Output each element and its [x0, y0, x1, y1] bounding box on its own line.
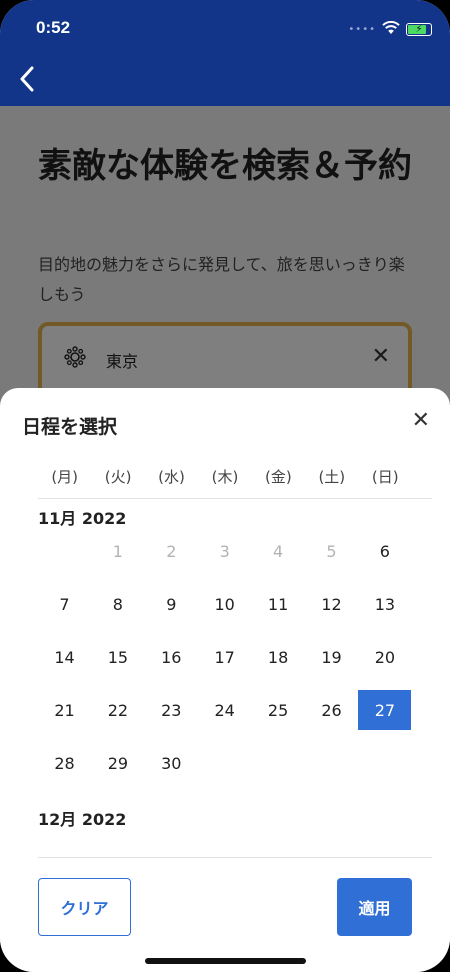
calendar-day: 4 [273, 541, 284, 561]
clear-button[interactable]: クリア [38, 878, 131, 936]
weekday-label: (月) [51, 468, 79, 486]
calendar-day[interactable]: 15 [91, 637, 144, 677]
wifi-icon [382, 20, 400, 39]
status-icons: •••• ⚡ [348, 20, 432, 39]
weekday-label: (日) [371, 468, 399, 486]
divider [38, 857, 432, 858]
close-icon[interactable]: ✕ [412, 410, 430, 432]
calendar-day: 2 [166, 541, 177, 561]
calendar-day: 3 [219, 541, 230, 561]
calendar-day[interactable]: 6 [358, 531, 411, 571]
calendar-day[interactable]: 23 [145, 690, 198, 730]
calendar-day[interactable]: 10 [198, 584, 251, 624]
header: 0:52 •••• ⚡ [0, 0, 450, 106]
back-button[interactable] [12, 62, 42, 96]
calendar-day[interactable]: 13 [358, 584, 411, 624]
apply-button[interactable]: 適用 [337, 878, 412, 936]
status-time: 0:52 [36, 18, 71, 37]
calendar-day[interactable]: 16 [145, 637, 198, 677]
calendar-day[interactable]: 25 [252, 690, 305, 730]
calendar-day[interactable]: 9 [145, 584, 198, 624]
chevron-left-icon [20, 66, 34, 92]
calendar-day[interactable]: 11 [252, 584, 305, 624]
home-indicator [145, 958, 306, 964]
calendar-day[interactable]: 17 [198, 637, 251, 677]
calendar-day: 1 [112, 541, 123, 561]
calendar-day[interactable]: 12 [305, 584, 358, 624]
calendar-day: 5 [326, 541, 337, 561]
calendar-day[interactable]: 8 [91, 584, 144, 624]
calendar[interactable]: 11月 2022 1 2 3 4 5 6 7 8 9 10 11 12 13 14 15 16 17 18 19 20 2… [0, 499, 450, 857]
calendar-day[interactable]: 28 [38, 743, 91, 783]
month-label: 11月 2022 [38, 509, 127, 528]
battery-icon: ⚡ [406, 23, 432, 36]
calendar-day[interactable]: 19 [305, 637, 358, 677]
weekday-label: (水) [158, 468, 185, 486]
weekday-label: (金) [265, 468, 292, 486]
calendar-day[interactable]: 27 [358, 690, 412, 730]
calendar-day[interactable]: 21 [38, 690, 91, 730]
weekday-label: (火) [104, 468, 132, 486]
weekday-label: (土) [318, 468, 346, 486]
weekday-header: (月) (火) (水) (木) (金) (土) (日) [38, 466, 412, 487]
date-picker-sheet: 日程を選択 ✕ (月) (火) (水) (木) (金) (土) (日) 11月 2022 1 2… [0, 388, 450, 972]
sheet-title: 日程を選択 [22, 416, 118, 438]
calendar-day[interactable]: 30 [145, 743, 198, 783]
calendar-day[interactable]: 20 [358, 637, 411, 677]
weekday-label: (木) [211, 468, 239, 486]
screen: 素敵な体験を検索＆予約 目的地の魅力をさらに発見して、旅を思いっきり楽しもう 東… [0, 0, 450, 972]
calendar-day[interactable]: 24 [198, 690, 251, 730]
calendar-day[interactable]: 18 [252, 637, 305, 677]
calendar-day[interactable]: 29 [91, 743, 144, 783]
calendar-day[interactable]: 14 [38, 637, 91, 677]
month-label: 12月 2022 [38, 810, 127, 829]
calendar-day[interactable]: 7 [38, 584, 91, 624]
calendar-day[interactable]: 26 [305, 690, 358, 730]
calendar-day[interactable]: 22 [91, 690, 144, 730]
signal-icon: •••• [348, 24, 376, 35]
